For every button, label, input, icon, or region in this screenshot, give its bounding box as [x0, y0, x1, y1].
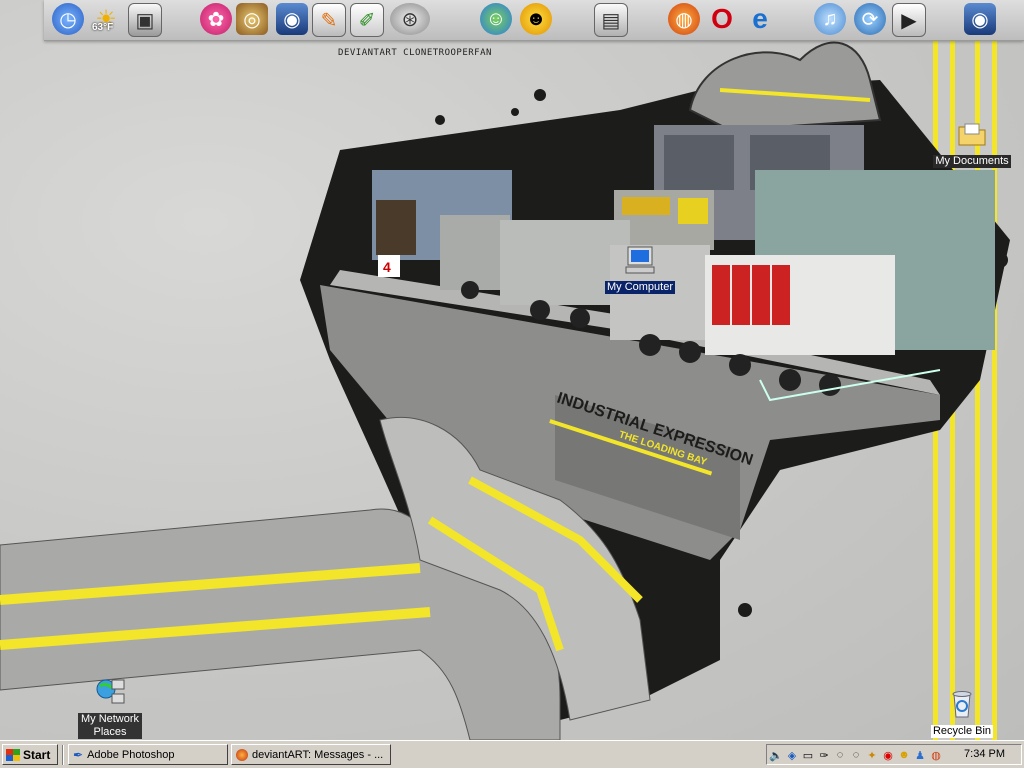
task-deviantart-label: deviantART: Messages - ... — [252, 748, 384, 761]
start-label: Start — [23, 747, 51, 762]
system-tray: 🔈 ◈ ▭ ✑ ◌ ◌ ✦ ◉ ☻ ♟ ◍ 7:34 PM — [766, 744, 1022, 765]
firefox-tray-icon[interactable]: ◍ — [929, 748, 943, 762]
media-player-icon[interactable]: ▶ — [892, 3, 926, 37]
recycle-bin-label: Recycle Bin — [930, 725, 994, 738]
globe-icon[interactable]: ◎ — [236, 3, 268, 35]
chat-icon[interactable]: ◌ — [849, 748, 863, 762]
my-documents-label: My Documents — [933, 155, 1011, 168]
tool-icon[interactable]: ✑ — [817, 748, 831, 762]
messenger-icon[interactable]: ☺ — [480, 3, 512, 35]
satellite-icon[interactable]: ⊛ — [390, 3, 430, 35]
start-button[interactable]: Start — [2, 744, 58, 765]
dock-caption: DEVIANTART CLONETROOPERFAN — [338, 48, 492, 58]
my-network-places-label: My Network Places — [78, 713, 142, 739]
dock-number: 4 — [383, 259, 391, 275]
windows-logo-icon — [6, 748, 20, 761]
my-documents-icon[interactable]: My Documents — [932, 118, 1012, 168]
top-ribbon — [688, 41, 882, 132]
taskbar: Start ✒ Adobe Photoshop deviantART: Mess… — [0, 740, 1024, 768]
truck-1 — [440, 215, 510, 290]
itunes-icon[interactable]: ♫ — [814, 3, 846, 35]
my-network-places-icon[interactable]: My Network Places — [70, 676, 150, 739]
my-computer-icon[interactable]: My Computer — [600, 244, 680, 294]
paint-icon[interactable]: ✐ — [350, 3, 384, 37]
opera-icon[interactable]: O — [706, 3, 738, 35]
volume-icon[interactable]: 🔈 — [769, 748, 783, 762]
smiley-tray-icon[interactable]: ☻ — [897, 748, 911, 762]
recycle-bin-glyph-icon — [952, 691, 972, 718]
speech-bubble-icon[interactable]: ◌ — [833, 748, 847, 762]
desktop[interactable]: 4 INDUSTRIAL EXPRESSION THE LOADING BAY — [0, 0, 1024, 740]
clock-icon[interactable]: ◷ — [52, 3, 84, 35]
dock-bar: ◷ ☀ 63°F ▣ ✿ ◎ ◉ ✎ ✐ ⊛ ☺ ☻ ▤ ◍ O e ♫ ⟳ ▶… — [44, 0, 1024, 41]
task-deviantart[interactable]: deviantART: Messages - ... — [231, 744, 391, 765]
image-viewer-icon[interactable]: ◉ — [964, 3, 996, 35]
recycle-bin-icon[interactable]: Recycle Bin — [922, 688, 1002, 738]
task-photoshop[interactable]: ✒ Adobe Photoshop — [68, 744, 228, 765]
photoshop-icon[interactable]: ◉ — [276, 3, 308, 35]
firefox-icon[interactable]: ◍ — [668, 3, 700, 35]
internet-explorer-icon[interactable]: e — [744, 3, 776, 35]
task-photoshop-label: Adobe Photoshop — [87, 748, 175, 761]
feather-icon: ✒ — [73, 747, 84, 762]
my-computer-label: My Computer — [604, 281, 676, 294]
user-icon[interactable]: ♟ — [913, 748, 927, 762]
star-icon[interactable]: ✦ — [865, 748, 879, 762]
sync-icon[interactable]: ⟳ — [854, 3, 886, 35]
smiley-icon[interactable]: ☻ — [520, 3, 552, 35]
antivirus-icon[interactable]: ◈ — [785, 748, 799, 762]
illustrator-icon[interactable]: ✎ — [312, 3, 346, 37]
printer-icon[interactable]: ▤ — [594, 3, 628, 37]
network-icon — [96, 679, 125, 704]
network-tray-icon[interactable]: ▭ — [801, 748, 815, 762]
weather-temperature: 63°F — [92, 22, 114, 33]
taskbar-separator — [62, 745, 64, 765]
clock[interactable]: 7:34 PM — [964, 748, 1005, 760]
record-icon[interactable]: ◉ — [881, 748, 895, 762]
folder-icon — [958, 123, 986, 146]
wallpaper: 4 INDUSTRIAL EXPRESSION THE LOADING BAY — [0, 0, 1010, 740]
computer-icon — [625, 246, 655, 274]
firefox-small-icon — [236, 748, 248, 761]
trash-can-icon[interactable]: ▣ — [128, 3, 162, 37]
flower-icon[interactable]: ✿ — [200, 3, 232, 35]
